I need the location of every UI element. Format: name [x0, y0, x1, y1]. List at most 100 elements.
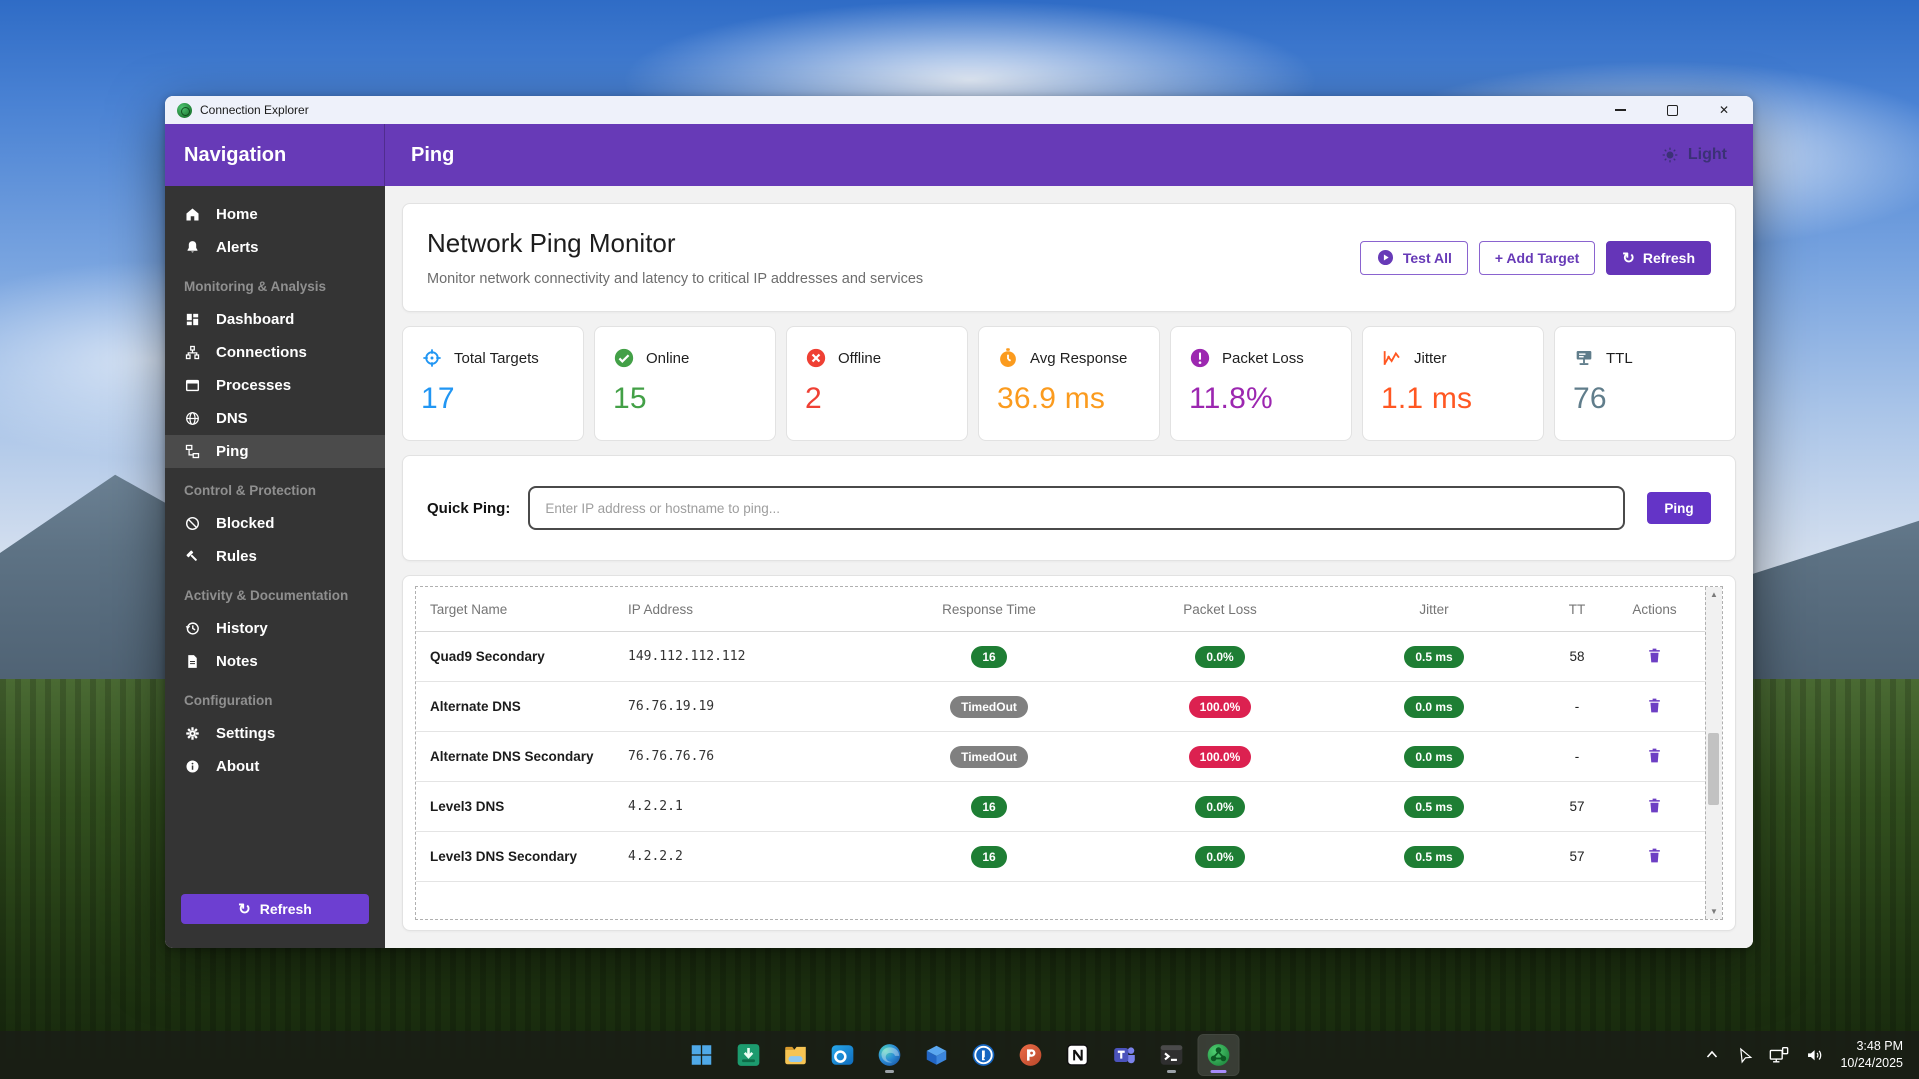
- play-circle-icon: [1377, 249, 1393, 266]
- taskbar-item-software-center[interactable]: [728, 1035, 768, 1075]
- trash-icon: [1649, 698, 1660, 712]
- scroll-down-arrow[interactable]: ▼: [1706, 904, 1722, 919]
- sun-icon: [1662, 147, 1678, 163]
- sidebar-item-dns[interactable]: DNS: [165, 402, 385, 435]
- network-display-icon[interactable]: [1768, 1045, 1790, 1065]
- table-row: Alternate DNS 76.76.19.19 TimedOut 100.0…: [416, 682, 1705, 732]
- refresh-label: Refresh: [1642, 249, 1695, 266]
- sidebar-section-monitoring: Monitoring & Analysis: [184, 279, 327, 294]
- sidebar-item-ping[interactable]: Ping: [165, 435, 385, 468]
- minimize-button[interactable]: [1613, 103, 1627, 117]
- taskbar-item-connection-explorer[interactable]: [1197, 1034, 1239, 1076]
- sidebar-section-configuration: Configuration: [184, 693, 273, 708]
- refresh-button[interactable]: Refresh: [1606, 240, 1711, 275]
- taskbar-item-teams[interactable]: [1104, 1035, 1144, 1075]
- ping-button[interactable]: Ping: [1647, 492, 1711, 524]
- delete-target-button[interactable]: [1641, 745, 1668, 769]
- target-icon: [423, 349, 441, 367]
- taskbar-item-outlook[interactable]: [822, 1035, 862, 1075]
- scrollbar-thumb[interactable]: [1708, 733, 1719, 806]
- line-chart-icon: [1383, 351, 1400, 365]
- network-icon: [185, 345, 200, 360]
- scroll-up-arrow[interactable]: ▲: [1706, 587, 1722, 602]
- sidebar-item-label: History: [216, 620, 268, 637]
- sidebar-item-rules[interactable]: Rules: [165, 540, 385, 573]
- window-title: Connection Explorer: [200, 103, 309, 117]
- ip-address: 4.2.2.1: [628, 799, 683, 814]
- app-header: Navigation Ping Light: [165, 124, 1753, 186]
- stat-label: Avg Response: [1030, 349, 1128, 367]
- stat-value: 1.1 ms: [1381, 382, 1473, 415]
- window-controls: [1613, 103, 1741, 117]
- response-time-badge: TimedOut: [950, 745, 1028, 768]
- maximize-button[interactable]: [1665, 103, 1679, 117]
- add-target-label: + Add Target: [1494, 249, 1580, 266]
- sidebar-item-history[interactable]: History: [165, 612, 385, 645]
- close-button[interactable]: [1717, 103, 1731, 117]
- quick-ping-input[interactable]: [528, 486, 1625, 530]
- page-hero-panel: Network Ping Monitor Monitor network con…: [402, 203, 1736, 312]
- sidebar-item-alerts[interactable]: Alerts: [165, 231, 385, 264]
- ttl-value: -: [1574, 749, 1580, 764]
- taskbar-item-onepassword[interactable]: [963, 1035, 1003, 1075]
- ping-icon: [185, 444, 200, 459]
- window-titlebar[interactable]: Connection Explorer: [165, 96, 1753, 124]
- taskbar-icons: [681, 1031, 1239, 1079]
- sidebar-item-label: Connections: [216, 344, 307, 361]
- location-icon[interactable]: [1735, 1046, 1753, 1064]
- column-header-ttl: TT: [1568, 601, 1586, 617]
- response-time-badge: TimedOut: [950, 695, 1028, 718]
- sidebar-item-connections[interactable]: Connections: [165, 336, 385, 369]
- sidebar-item-home[interactable]: Home: [165, 198, 385, 231]
- volume-icon[interactable]: [1805, 1046, 1825, 1064]
- ttl-value: -: [1574, 699, 1580, 714]
- table-scrollbar[interactable]: ▲ ▼: [1705, 587, 1722, 919]
- trash-icon: [1649, 798, 1660, 812]
- sidebar-refresh-button[interactable]: Refresh: [181, 894, 369, 924]
- start-button[interactable]: [681, 1035, 721, 1075]
- gavel-icon: [186, 550, 197, 561]
- quick-ping-label: Quick Ping:: [427, 499, 511, 517]
- taskbar-item-edge[interactable]: [869, 1035, 909, 1075]
- sidebar-item-label: Ping: [216, 443, 249, 460]
- sidebar-item-processes[interactable]: Processes: [165, 369, 385, 402]
- taskbar-item-file-explorer[interactable]: [775, 1035, 815, 1075]
- sidebar: Home Alerts Monitoring & Analysis Dashbo…: [165, 186, 385, 948]
- software-center-icon: [737, 1044, 759, 1066]
- stat-value: 11.8%: [1189, 382, 1273, 415]
- stat-label: Offline: [838, 349, 882, 367]
- sidebar-item-blocked[interactable]: Blocked: [165, 507, 385, 540]
- taskbar-item-terminal[interactable]: [1151, 1035, 1191, 1075]
- packet-loss-badge: 0.0%: [1195, 845, 1245, 868]
- app-window: Connection Explorer Navigation Ping: [165, 96, 1753, 948]
- tray-date: 10/24/2025: [1840, 1056, 1903, 1070]
- target-name: Level3 DNS Secondary: [430, 849, 578, 864]
- file-explorer-icon: [784, 1046, 806, 1065]
- ttl-value: 58: [1569, 649, 1585, 664]
- stat-value: 15: [613, 382, 647, 415]
- delete-target-button[interactable]: [1641, 795, 1668, 819]
- sidebar-item-notes[interactable]: Notes: [165, 645, 385, 678]
- taskbar-clock[interactable]: 3:48 PM 10/24/2025: [1840, 1038, 1903, 1072]
- delete-target-button[interactable]: [1641, 845, 1668, 869]
- theme-toggle[interactable]: Light: [1661, 146, 1727, 164]
- packet-loss-badge: 100.0%: [1188, 695, 1252, 718]
- quick-ping-panel: Quick Ping: Ping: [402, 455, 1736, 561]
- sidebar-item-settings[interactable]: Settings: [165, 717, 385, 750]
- stat-value: 17: [421, 382, 455, 415]
- powerpoint-icon: [1019, 1044, 1041, 1066]
- sidebar-item-about[interactable]: About: [165, 750, 385, 783]
- tray-chevron-up-icon[interactable]: [1704, 1048, 1720, 1062]
- sidebar-item-dashboard[interactable]: Dashboard: [165, 303, 385, 336]
- taskbar-item-notion[interactable]: [1057, 1035, 1097, 1075]
- stat-label: Packet Loss: [1222, 349, 1304, 367]
- add-target-button[interactable]: + Add Target: [1478, 240, 1596, 275]
- jitter-badge: 0.0 ms: [1404, 745, 1464, 768]
- sidebar-item-label: About: [216, 758, 260, 775]
- delete-target-button[interactable]: [1641, 695, 1668, 719]
- target-name: Quad9 Secondary: [430, 649, 545, 664]
- delete-target-button[interactable]: [1641, 645, 1668, 669]
- test-all-button[interactable]: Test All: [1359, 240, 1468, 275]
- taskbar-item-powerpoint[interactable]: [1010, 1035, 1050, 1075]
- taskbar-item-box-drive[interactable]: [916, 1035, 956, 1075]
